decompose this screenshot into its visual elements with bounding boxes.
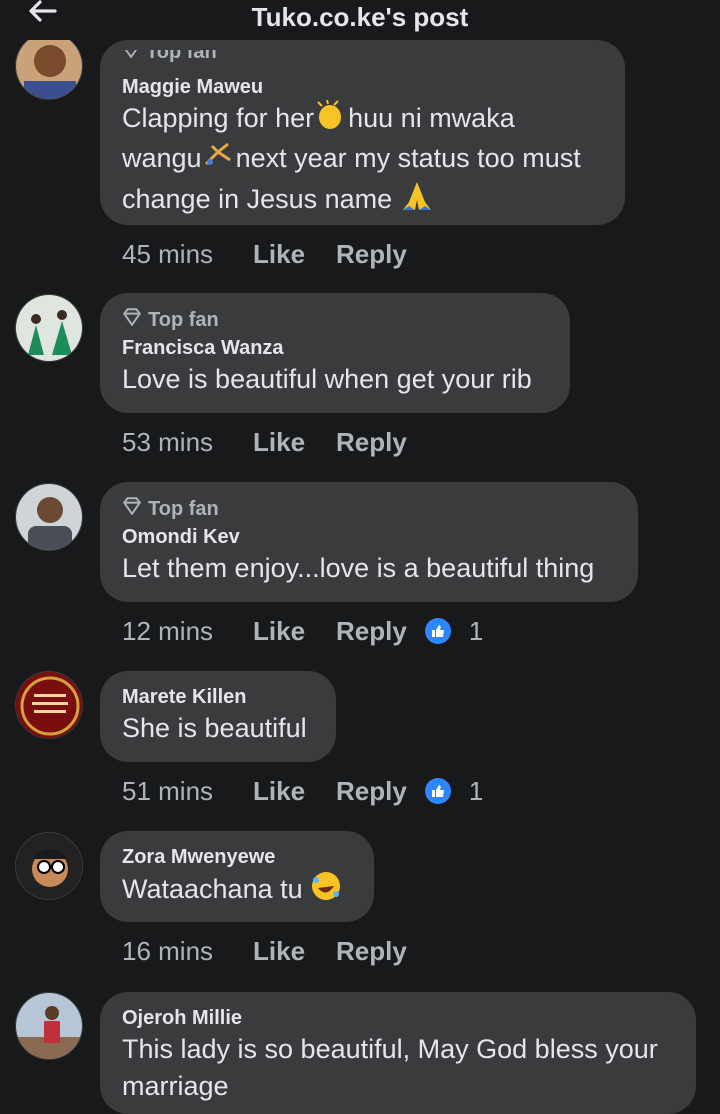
reaction-count: 1	[468, 615, 484, 646]
avatar[interactable]	[15, 992, 83, 1060]
comment-text: Let them enjoy...love is a beautiful thi…	[122, 553, 595, 583]
reply-button[interactable]: Reply	[336, 616, 407, 647]
top-fan-badge: Top fan	[122, 50, 603, 64]
comment-time[interactable]: 45 mins	[122, 239, 253, 270]
folded-hands-icon	[400, 180, 434, 222]
comment-bubble: Top fan Francisca Wanza Love is beautifu…	[100, 293, 570, 413]
comment-bubble: Marete Killen She is beautiful	[100, 671, 336, 762]
comment-time[interactable]: 12 mins	[122, 616, 253, 647]
reaction-summary[interactable]: 1	[424, 615, 484, 647]
commenter-name[interactable]: Francisca Wanza	[122, 335, 548, 361]
like-button[interactable]: Like	[253, 776, 336, 807]
comment-time[interactable]: 53 mins	[122, 427, 253, 458]
comment-actions: 53 mins Like Reply	[122, 425, 425, 459]
avatar[interactable]	[15, 483, 83, 551]
rolling-laughing-icon	[310, 870, 342, 912]
like-button[interactable]: Like	[253, 239, 336, 270]
diamond-icon	[122, 50, 140, 64]
top-fan-badge: Top fan	[122, 496, 616, 522]
like-button[interactable]: Like	[253, 427, 336, 458]
comment-text: Clapping for her huu ni mwaka wangu next y…	[122, 99, 603, 222]
comment-text: Love is beautiful when get your rib	[122, 364, 532, 394]
comment-bubble: Zora Mwenyewe Wataachana tu	[100, 831, 374, 922]
commenter-name[interactable]: Omondi Kev	[122, 524, 616, 550]
thumbs-up-icon	[424, 618, 451, 644]
reply-button[interactable]: Reply	[336, 427, 407, 458]
commenter-name[interactable]: Marete Killen	[122, 684, 314, 710]
avatar[interactable]	[15, 294, 83, 362]
reaction-summary[interactable]: 1	[424, 775, 484, 807]
cartwheel-icon	[202, 140, 236, 180]
like-button[interactable]: Like	[253, 616, 336, 647]
commenter-name[interactable]: Zora Mwenyewe	[122, 844, 352, 870]
reply-button[interactable]: Reply	[336, 776, 407, 807]
comment-actions: 12 mins Like Reply 1	[122, 614, 483, 648]
diamond-icon	[122, 497, 142, 521]
reaction-count: 1	[468, 775, 484, 806]
top-fan-badge: Top fan	[122, 307, 548, 333]
commenter-name[interactable]: Maggie Maweu	[122, 74, 603, 100]
comment-time[interactable]: 51 mins	[122, 776, 253, 807]
comment-actions: 45 mins Like Reply	[122, 237, 425, 271]
comment-text: She is beautiful	[122, 713, 307, 743]
reply-button[interactable]: Reply	[336, 239, 407, 270]
like-button[interactable]: Like	[253, 936, 336, 967]
avatar[interactable]	[15, 832, 83, 900]
comment-actions: 16 mins Like Reply	[122, 934, 425, 968]
comment-text: Wataachana tu	[122, 870, 352, 912]
page-title: Tuko.co.ke's post	[251, 2, 469, 32]
reply-button[interactable]: Reply	[336, 936, 407, 967]
comment-bubble: Top fan Maggie Maweu Clapping for her huu…	[100, 40, 625, 225]
comments-feed: Top fan Maggie Maweu Clapping for her huu…	[0, 0, 720, 1114]
comment-bubble: Top fan Omondi Kev Let them enjoy...love…	[100, 482, 638, 602]
top-bar: Tuko.co.ke's post	[0, 0, 720, 40]
avatar[interactable]	[15, 671, 83, 739]
thumbs-up-icon	[424, 778, 451, 804]
diamond-icon	[122, 308, 142, 332]
commenter-name[interactable]: Ojeroh Millie	[122, 1005, 674, 1031]
avatar[interactable]	[15, 32, 83, 100]
comment-actions: 51 mins Like Reply 1	[122, 774, 483, 808]
comment-text: This lady is so beautiful, May God bless…	[122, 1034, 658, 1101]
clapping-hands-icon	[314, 99, 348, 140]
comment-bubble: Ojeroh Millie This lady is so beautiful,…	[100, 992, 696, 1114]
comment-time[interactable]: 16 mins	[122, 936, 253, 967]
